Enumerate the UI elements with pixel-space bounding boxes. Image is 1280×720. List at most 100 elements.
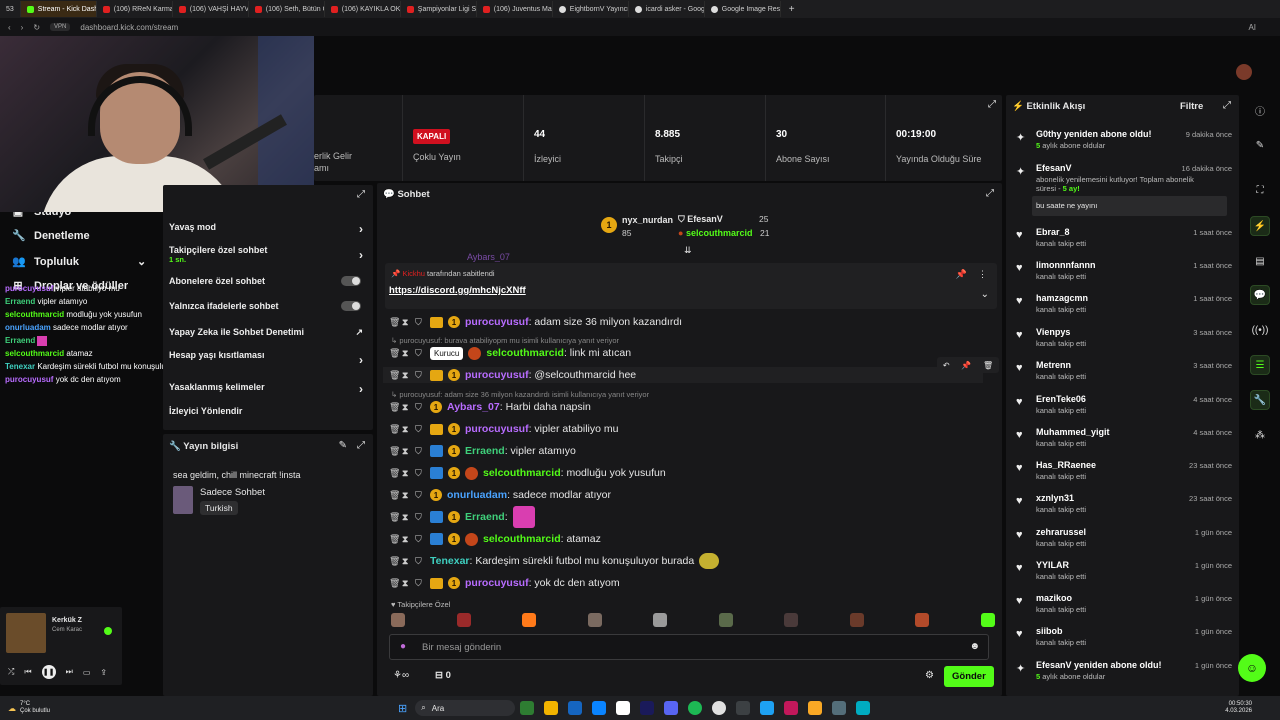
trash-icon[interactable]: 🗑 bbox=[389, 512, 400, 523]
emote-icon[interactable] bbox=[522, 613, 536, 627]
activity-item[interactable]: ♥ siibob kanalı takip etti 1 gün önce bbox=[1014, 626, 1234, 656]
send-button[interactable]: Gönder bbox=[944, 666, 994, 687]
vpn-badge[interactable]: VPN bbox=[50, 23, 71, 31]
taskbar-search[interactable]: ⌕ Ara bbox=[415, 700, 516, 716]
chat-username[interactable]: selcouthmarcid bbox=[486, 347, 564, 359]
weather-widget[interactable]: 7°C Çok bulutlu bbox=[20, 701, 50, 715]
emotes-only-toggle[interactable] bbox=[341, 301, 361, 311]
viewer-redirect-row[interactable]: İzleyici Yönlendir bbox=[169, 406, 369, 416]
app-icon-3[interactable] bbox=[808, 701, 823, 715]
activity-item[interactable]: ♥ Metrenn kanalı takip etti 3 saat önce bbox=[1014, 360, 1234, 390]
channel-points[interactable]: ⊟ 0 bbox=[435, 670, 451, 681]
ban-shield-icon[interactable]: ⛉ bbox=[415, 578, 425, 589]
pin-icon[interactable]: 📌 bbox=[961, 361, 971, 370]
timeout-icon[interactable]: ⧗ bbox=[402, 424, 410, 435]
activity-item[interactable]: ✦ EfesanV abonelik yenilemesini kutluyor! … bbox=[1014, 163, 1234, 193]
activity-item[interactable]: ♥ Has_RRaenee kanalı takip etti 23 saat önc… bbox=[1014, 460, 1234, 490]
pause-icon[interactable]: ❚❚ bbox=[41, 665, 56, 679]
file-explorer-icon[interactable] bbox=[544, 701, 559, 715]
ban-shield-icon[interactable]: ⛉ bbox=[415, 512, 425, 523]
chat-username[interactable]: onurluadam bbox=[447, 489, 507, 501]
message-input[interactable]: ● Bir mesaj gönderin ☻ bbox=[389, 634, 989, 660]
ban-shield-icon[interactable]: ⛉ bbox=[415, 446, 425, 457]
app-icon-2[interactable] bbox=[784, 701, 799, 715]
banned-words-row[interactable]: Yasaklanmış kelimeler › bbox=[169, 382, 369, 396]
spotify-icon[interactable] bbox=[688, 701, 703, 715]
subs-only-toggle[interactable] bbox=[341, 276, 361, 286]
activity-item[interactable]: ✦ G0thy yeniden abone oldu! 5 aylık abone … bbox=[1014, 129, 1234, 159]
apps-icon[interactable]: ⁂ bbox=[1250, 425, 1270, 445]
mail-icon[interactable] bbox=[568, 701, 583, 715]
trash-icon[interactable]: 🗑 bbox=[389, 578, 400, 589]
emote-icon[interactable] bbox=[456, 613, 471, 627]
layout-icon[interactable]: ⛶ bbox=[1250, 180, 1270, 200]
ban-shield-icon[interactable]: ⛉ bbox=[415, 402, 425, 413]
timeout-icon[interactable]: ⧗ bbox=[402, 512, 410, 523]
emotes-only-row[interactable]: Yalnızca ifadelerle sohbet bbox=[169, 301, 369, 311]
browser-tab[interactable]: EightbornV Yayıncıları bbox=[553, 1, 629, 17]
pip-icon[interactable]: ▭ bbox=[83, 668, 91, 677]
expand-icon[interactable]: ⤢ bbox=[988, 99, 996, 110]
chat-message[interactable]: 🗑 ⧗ ⛉ 1 selcouthmarcid: modluğu yok yusufun bbox=[389, 465, 666, 481]
share-icon[interactable]: ⇪ bbox=[100, 668, 107, 677]
chat-message[interactable]: 🗑 ⧗ ⛉ 1 onurluadam: sadece modlar atıyor bbox=[389, 487, 611, 503]
chat-message[interactable]: 🗑 ⧗ ⛉ Tenexar: Kardeşim sürekli futbol mu k… bbox=[389, 553, 720, 569]
expand-icon[interactable]: ⤢ bbox=[1223, 100, 1231, 111]
ban-shield-icon[interactable]: ⛉ bbox=[415, 490, 425, 501]
activity-item[interactable]: ♥ Vienpys kanalı takip etti 3 saat önce bbox=[1014, 327, 1234, 357]
app-icon-5[interactable] bbox=[856, 701, 871, 715]
activity-item[interactable]: ♥ hamzagcmn kanalı takip etti 1 saat önce bbox=[1014, 293, 1234, 323]
chat-message[interactable]: 🗑 ⧗ ⛉ 1 purocuyusuf: yok dc den atıyom bbox=[389, 575, 620, 591]
nav-community[interactable]: 👥 Topluluk ⌄ bbox=[12, 255, 146, 269]
activity-item[interactable]: ♥ Ebrar_8 kanalı takip etti 1 saat önce bbox=[1014, 227, 1234, 257]
browser-tab[interactable]: (106) VAHŞİ HAYVANLAR bbox=[173, 1, 249, 17]
chat-message[interactable]: 🗑 ⧗ ⛉ 1 purocuyusuf: adam size 36 milyon kaz… bbox=[389, 314, 682, 330]
chat-username[interactable]: Erraend bbox=[465, 511, 505, 523]
top-gifter-1-name[interactable]: nyx_nurdan bbox=[622, 215, 673, 225]
expand-icon[interactable]: ⤢ bbox=[357, 189, 365, 200]
chat-message[interactable]: 🗑 ⧗ ⛉ 1 Aybars_07: Harbi daha napsin bbox=[389, 399, 591, 415]
broadcast-icon[interactable]: ((•)) bbox=[1250, 320, 1270, 340]
chat-username[interactable]: purocuyusuf bbox=[465, 369, 529, 381]
chat-username[interactable]: Tenexar bbox=[430, 555, 470, 567]
chat-message[interactable]: 🗑 ⧗ ⛉ 1 Erraend: bbox=[389, 506, 535, 528]
browser-tab[interactable]: Stream - Kick Dashboard bbox=[20, 1, 97, 17]
pin-icon[interactable]: 📌 bbox=[956, 269, 967, 280]
edge-icon[interactable] bbox=[592, 701, 607, 715]
activity-item[interactable]: ♥ YYILAR kanalı takip etti 1 gün önce bbox=[1014, 560, 1234, 590]
timeout-icon[interactable]: ⧗ bbox=[402, 468, 410, 479]
activity-item[interactable]: ♥ limonnnfannn kanalı takip etti 1 saat önc… bbox=[1014, 260, 1234, 290]
chat-username[interactable]: Erraend bbox=[465, 445, 505, 457]
lightning-icon[interactable]: ⚡ bbox=[1250, 216, 1270, 236]
timeout-icon[interactable]: ⧗ bbox=[402, 402, 410, 413]
chat-message[interactable]: 🗑 ⧗ ⛉ Kurucu selcouthmarcid: link mi atıcan bbox=[389, 345, 631, 361]
timeout-icon[interactable]: ⧗ bbox=[402, 490, 410, 501]
trash-icon[interactable]: 🗑 bbox=[389, 446, 400, 457]
points-icon[interactable]: ⚘∞ bbox=[393, 670, 409, 681]
chrome-icon[interactable] bbox=[712, 701, 727, 715]
trash-icon[interactable]: 🗑 bbox=[389, 317, 400, 328]
category-name[interactable]: Sadece Sohbet bbox=[200, 487, 265, 498]
chat-username[interactable]: selcouthmarcid bbox=[483, 467, 561, 479]
previous-icon[interactable]: ⏮ bbox=[24, 667, 31, 677]
followers-only-row[interactable]: Takipçilere özel sohbet › 1 sn. bbox=[169, 245, 369, 264]
trash-icon[interactable]: 🗑 bbox=[389, 490, 400, 501]
filter-button[interactable]: Filtre bbox=[1180, 101, 1203, 112]
expand-icon[interactable]: ⤢ bbox=[357, 440, 365, 451]
reply-icon[interactable]: ↶ bbox=[943, 361, 950, 370]
activity-item[interactable]: ♥ xznlyn31 kanalı takip etti 23 saat önce bbox=[1014, 493, 1234, 523]
app-icon-4[interactable] bbox=[832, 701, 847, 715]
discord-icon[interactable] bbox=[664, 701, 679, 715]
chat-message[interactable]: 🗑 ⧗ ⛉ 1 purocuyusuf: @selcouthmarcid hee bbox=[383, 367, 983, 383]
trash-icon[interactable]: 🗑 bbox=[983, 361, 993, 370]
next-icon[interactable]: ⏭ bbox=[66, 667, 73, 677]
reload-icon[interactable]: ↻ bbox=[33, 23, 40, 32]
ban-shield-icon[interactable]: ⛉ bbox=[415, 348, 425, 359]
forward-icon[interactable]: › bbox=[21, 23, 24, 32]
emoji-icon[interactable]: ☻ bbox=[969, 641, 980, 652]
user-avatar[interactable] bbox=[1236, 64, 1252, 80]
obs-icon[interactable] bbox=[736, 701, 751, 715]
browser-tab[interactable]: Şampiyonlar Ligi Son 16 P bbox=[401, 1, 477, 17]
clock[interactable]: 00:50:30 4.03.2026 bbox=[1225, 701, 1252, 715]
chat-icon[interactable]: 💬 bbox=[1250, 285, 1270, 305]
